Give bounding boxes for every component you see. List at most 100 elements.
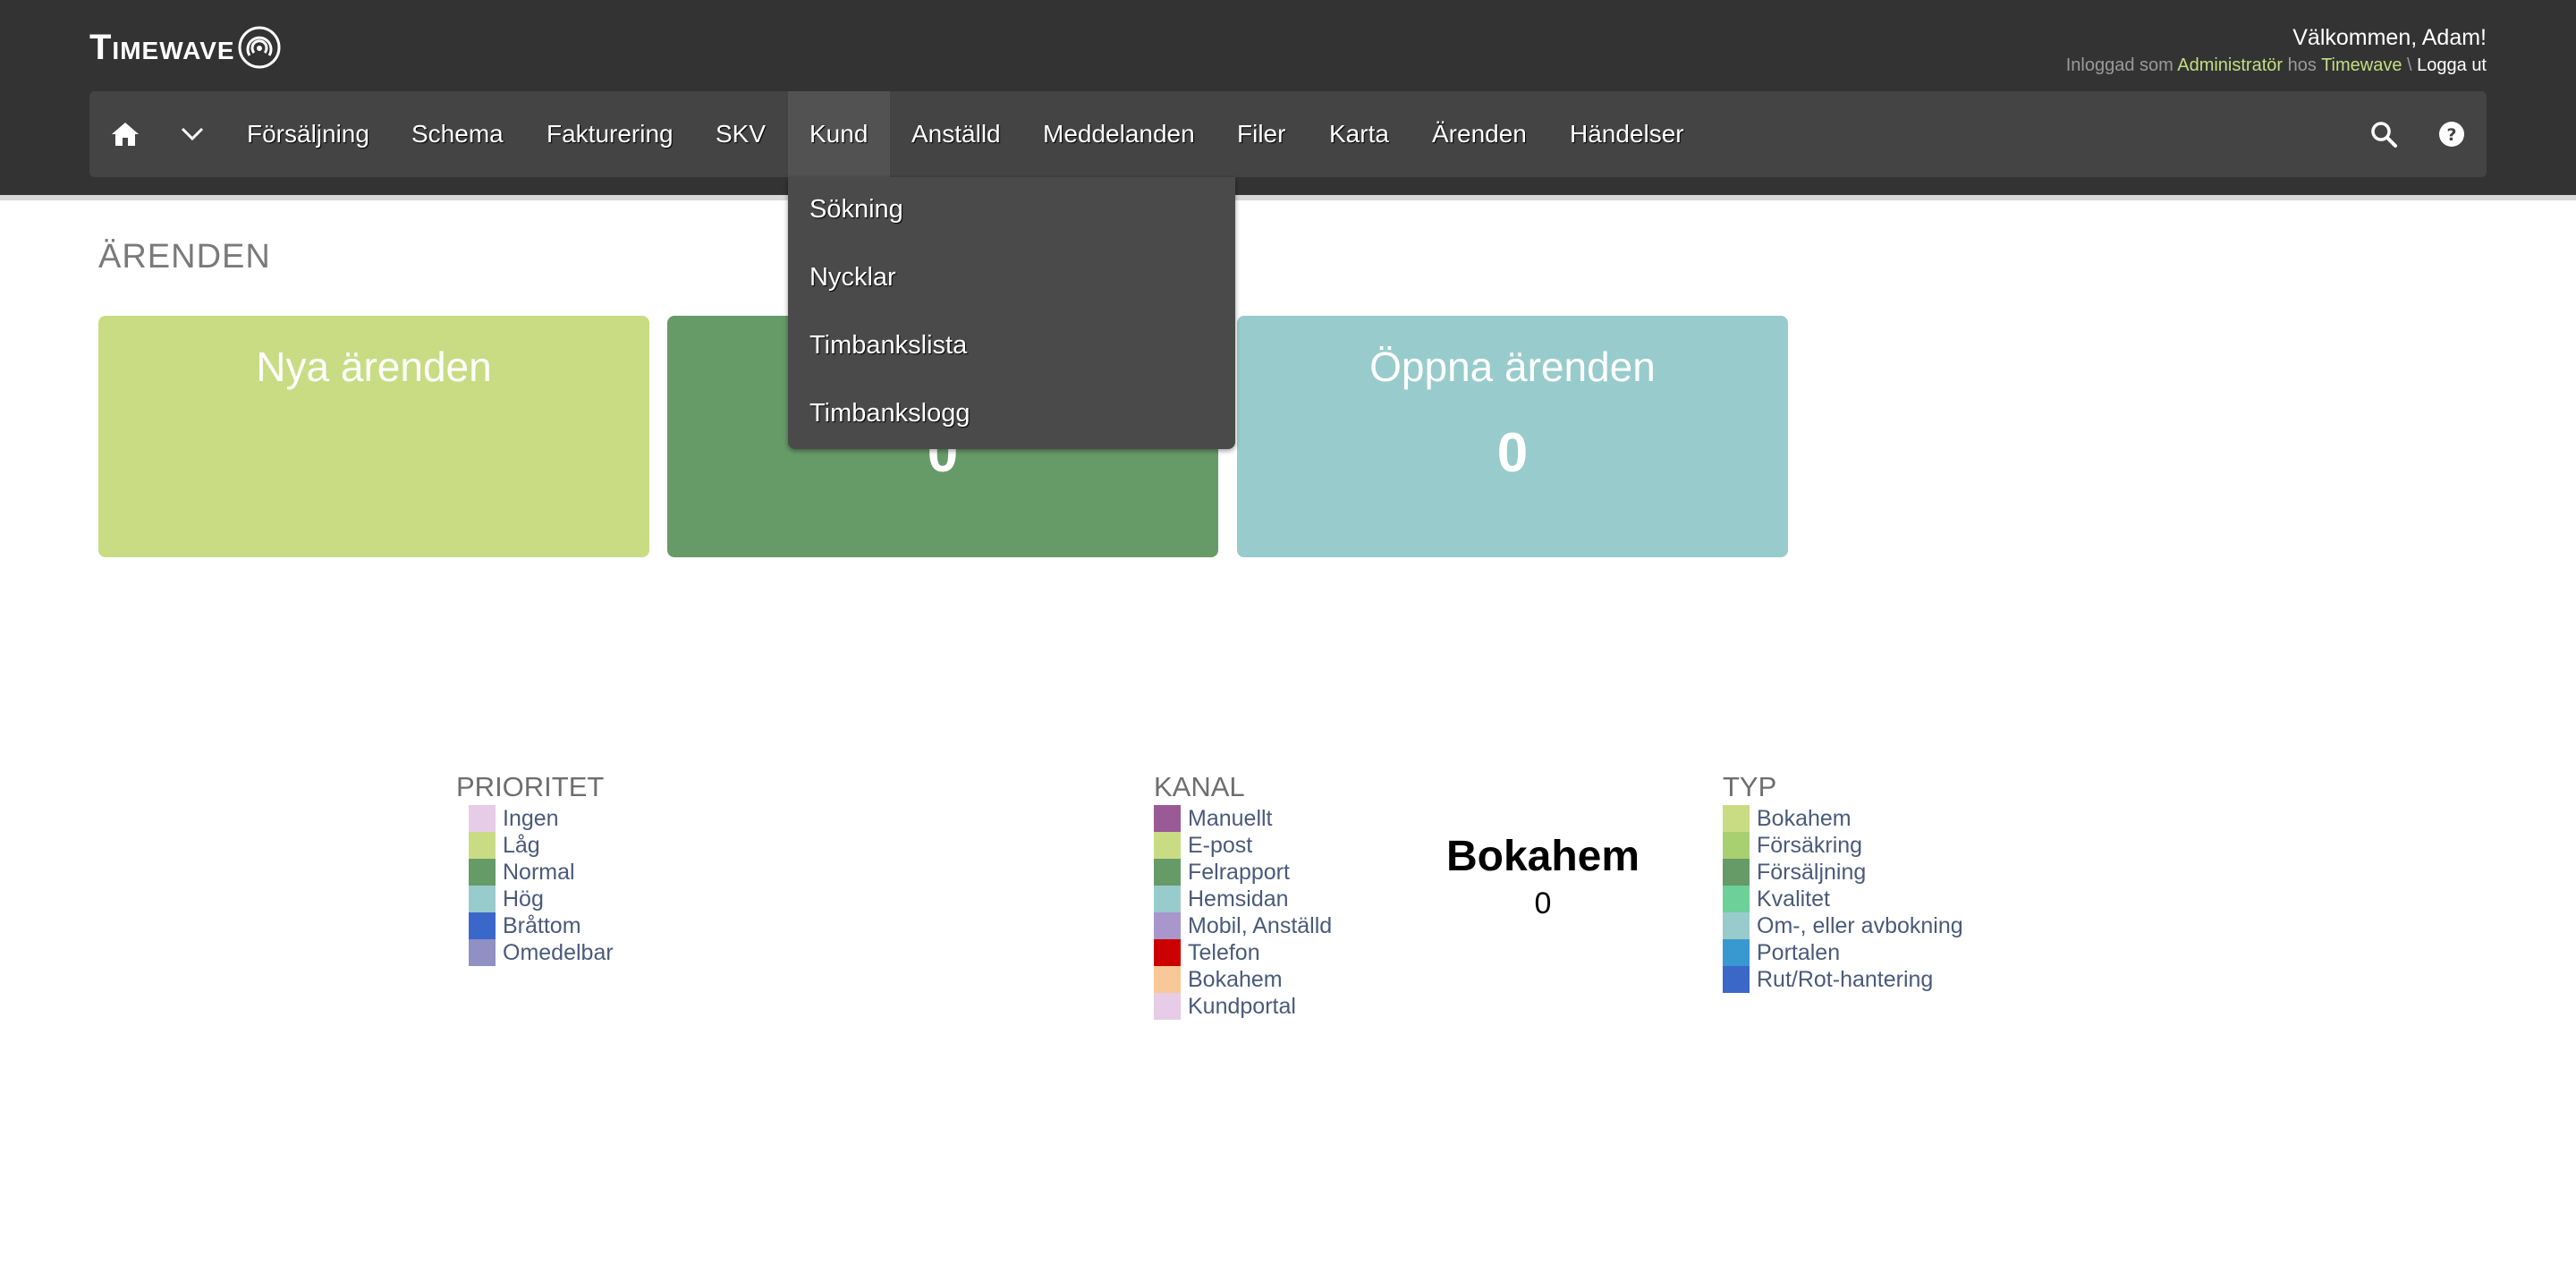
legend-item[interactable]: Hemsidan <box>1154 886 1332 912</box>
nav-schema[interactable]: Schema <box>411 91 504 177</box>
center-stat-name: Bokahem <box>1445 833 1640 880</box>
nav-anstalld[interactable]: Anställd <box>911 91 1001 177</box>
main-navbar: Försäljning Schema Fakturering SKV Kund … <box>89 91 2487 177</box>
legend-label: Försäljning <box>1757 860 1867 885</box>
login-company-link[interactable]: Timewave <box>2321 55 2402 75</box>
nav-filer[interactable]: Filer <box>1237 91 1285 177</box>
legend-swatch <box>469 859 496 886</box>
legend-item[interactable]: Omedelbar <box>469 939 614 966</box>
legend-item[interactable]: Bokahem <box>1723 805 1963 832</box>
legend-swatch <box>1154 859 1181 886</box>
legend-swatch <box>469 912 496 939</box>
legend-item[interactable]: Låg <box>469 832 614 859</box>
logo-text: Timewave <box>89 28 235 67</box>
login-separator: \ <box>2407 55 2412 75</box>
login-middle: hos <box>2287 55 2317 75</box>
legend-label: Bokahem <box>1757 806 1852 831</box>
logo-mark-icon <box>238 26 281 69</box>
nav-forsaljning[interactable]: Försäljning <box>247 91 369 177</box>
dropdown-item-timbankslista[interactable]: Timbankslista <box>809 331 967 360</box>
kund-dropdown-menu: Sökning Nycklar Timbankslista Timbankslo… <box>788 177 1235 449</box>
legend-title: KANAL <box>1154 771 1245 802</box>
legend-item[interactable]: Om-, eller avbokning <box>1723 912 1963 939</box>
nav-arenden[interactable]: Ärenden <box>1432 91 1527 177</box>
legend-label: Bråttom <box>503 913 581 938</box>
chevron-down-icon[interactable] <box>172 91 213 177</box>
legend-item[interactable]: E-post <box>1154 832 1332 859</box>
nav-karta[interactable]: Karta <box>1329 91 1389 177</box>
legend-item[interactable]: Kvalitet <box>1723 886 1963 912</box>
page-title: ÄRENDEN <box>98 238 271 276</box>
legend-item[interactable]: Försäljning <box>1723 859 1963 886</box>
legend-kanal: KANAL Manuellt E-post Felrapport Hemsidan Mo… <box>1154 769 1332 1020</box>
timewave-logo[interactable]: Timewave <box>89 25 282 70</box>
legend-item[interactable]: Manuellt <box>1154 805 1332 832</box>
nav-handelser[interactable]: Händelser <box>1570 91 1684 177</box>
center-stat-value: 0 <box>1534 886 1552 920</box>
legend-swatch <box>469 939 496 966</box>
legend-item[interactable]: Telefon <box>1154 939 1332 966</box>
legend-swatch <box>1154 886 1181 912</box>
legend-item[interactable]: Felrapport <box>1154 859 1332 886</box>
legend-label: Rut/Rot-hantering <box>1757 967 1934 992</box>
legend-label: E-post <box>1188 833 1253 858</box>
legend-item[interactable]: Rut/Rot-hantering <box>1723 966 1963 993</box>
legend-item[interactable]: Bokahem <box>1154 966 1332 993</box>
legend-item[interactable]: Kundportal <box>1154 993 1332 1020</box>
dropdown-item-nycklar[interactable]: Nycklar <box>809 263 896 293</box>
legend-swatch <box>469 886 496 912</box>
legend-item[interactable]: Normal <box>469 859 614 886</box>
legend-label: Mobil, Anställd <box>1188 913 1333 938</box>
legend-label: Manuellt <box>1188 806 1273 831</box>
legend-prioritet: PRIORITET Ingen Låg Normal Hög Bråttom Omedel… <box>456 769 614 966</box>
legend-item[interactable]: Försäkring <box>1723 832 1963 859</box>
logout-link[interactable]: Logga ut <box>2417 55 2487 75</box>
login-prefix: Inloggad som <box>2065 55 2174 75</box>
legend-label: Kundportal <box>1188 994 1296 1019</box>
dropdown-item-timbankslogg[interactable]: Timbankslogg <box>809 399 970 428</box>
help-icon[interactable]: ? <box>2431 91 2472 177</box>
legend-item[interactable]: Portalen <box>1723 939 1963 966</box>
legend-item[interactable]: Mobil, Anställd <box>1154 912 1332 939</box>
legend-swatch <box>1154 832 1181 859</box>
legend-title: PRIORITET <box>456 771 605 802</box>
legend-label: Felrapport <box>1188 860 1290 885</box>
legend-label: Normal <box>503 860 575 885</box>
card-value: 0 <box>1496 422 1529 484</box>
legend-swatch <box>1723 859 1750 886</box>
card-title: Öppna ärenden <box>1369 343 1656 390</box>
legend-label: Kvalitet <box>1757 886 1830 912</box>
nav-fakturering[interactable]: Fakturering <box>547 91 674 177</box>
legend-swatch <box>1723 966 1750 993</box>
card-oppna-arenden[interactable]: Öppna ärenden 0 <box>1237 316 1788 557</box>
legend-label: Bokahem <box>1188 967 1283 992</box>
legend-item[interactable]: Bråttom <box>469 912 614 939</box>
legend-item[interactable]: Ingen <box>469 805 614 832</box>
welcome-message: Välkommen, Adam! <box>2292 25 2487 50</box>
legend-label: Låg <box>503 833 540 858</box>
legend-label: Omedelbar <box>503 940 614 965</box>
legend-swatch <box>1154 993 1181 1020</box>
legend-swatch <box>1154 939 1181 966</box>
legend-label: Om-, eller avbokning <box>1757 913 1963 938</box>
legend-swatch <box>1154 912 1181 939</box>
legend-swatch <box>1723 886 1750 912</box>
legend-swatch <box>469 805 496 832</box>
nav-skv[interactable]: SKV <box>716 91 766 177</box>
nav-meddelanden[interactable]: Meddelanden <box>1043 91 1195 177</box>
card-nya-arenden[interactable]: Nya ärenden <box>98 316 649 557</box>
card-title: Nya ärenden <box>256 343 492 390</box>
legend-swatch <box>469 832 496 859</box>
login-info: Inloggad som Administratör hos Timewave … <box>2066 55 2487 76</box>
legend-title: TYP <box>1723 771 1777 802</box>
dropdown-item-sokning[interactable]: Sökning <box>809 195 903 225</box>
legend-label: Hög <box>503 886 544 912</box>
home-icon[interactable] <box>102 91 148 177</box>
legend-typ: TYP Bokahem Försäkring Försäljning Kvalitet… <box>1723 769 1963 993</box>
center-stat: Bokahem 0 <box>1395 830 1690 923</box>
legend-swatch <box>1154 805 1181 832</box>
legend-item[interactable]: Hög <box>469 886 614 912</box>
nav-kund[interactable]: Kund <box>788 91 890 177</box>
login-role-link[interactable]: Administratör <box>2177 55 2283 75</box>
search-icon[interactable] <box>2363 91 2404 177</box>
